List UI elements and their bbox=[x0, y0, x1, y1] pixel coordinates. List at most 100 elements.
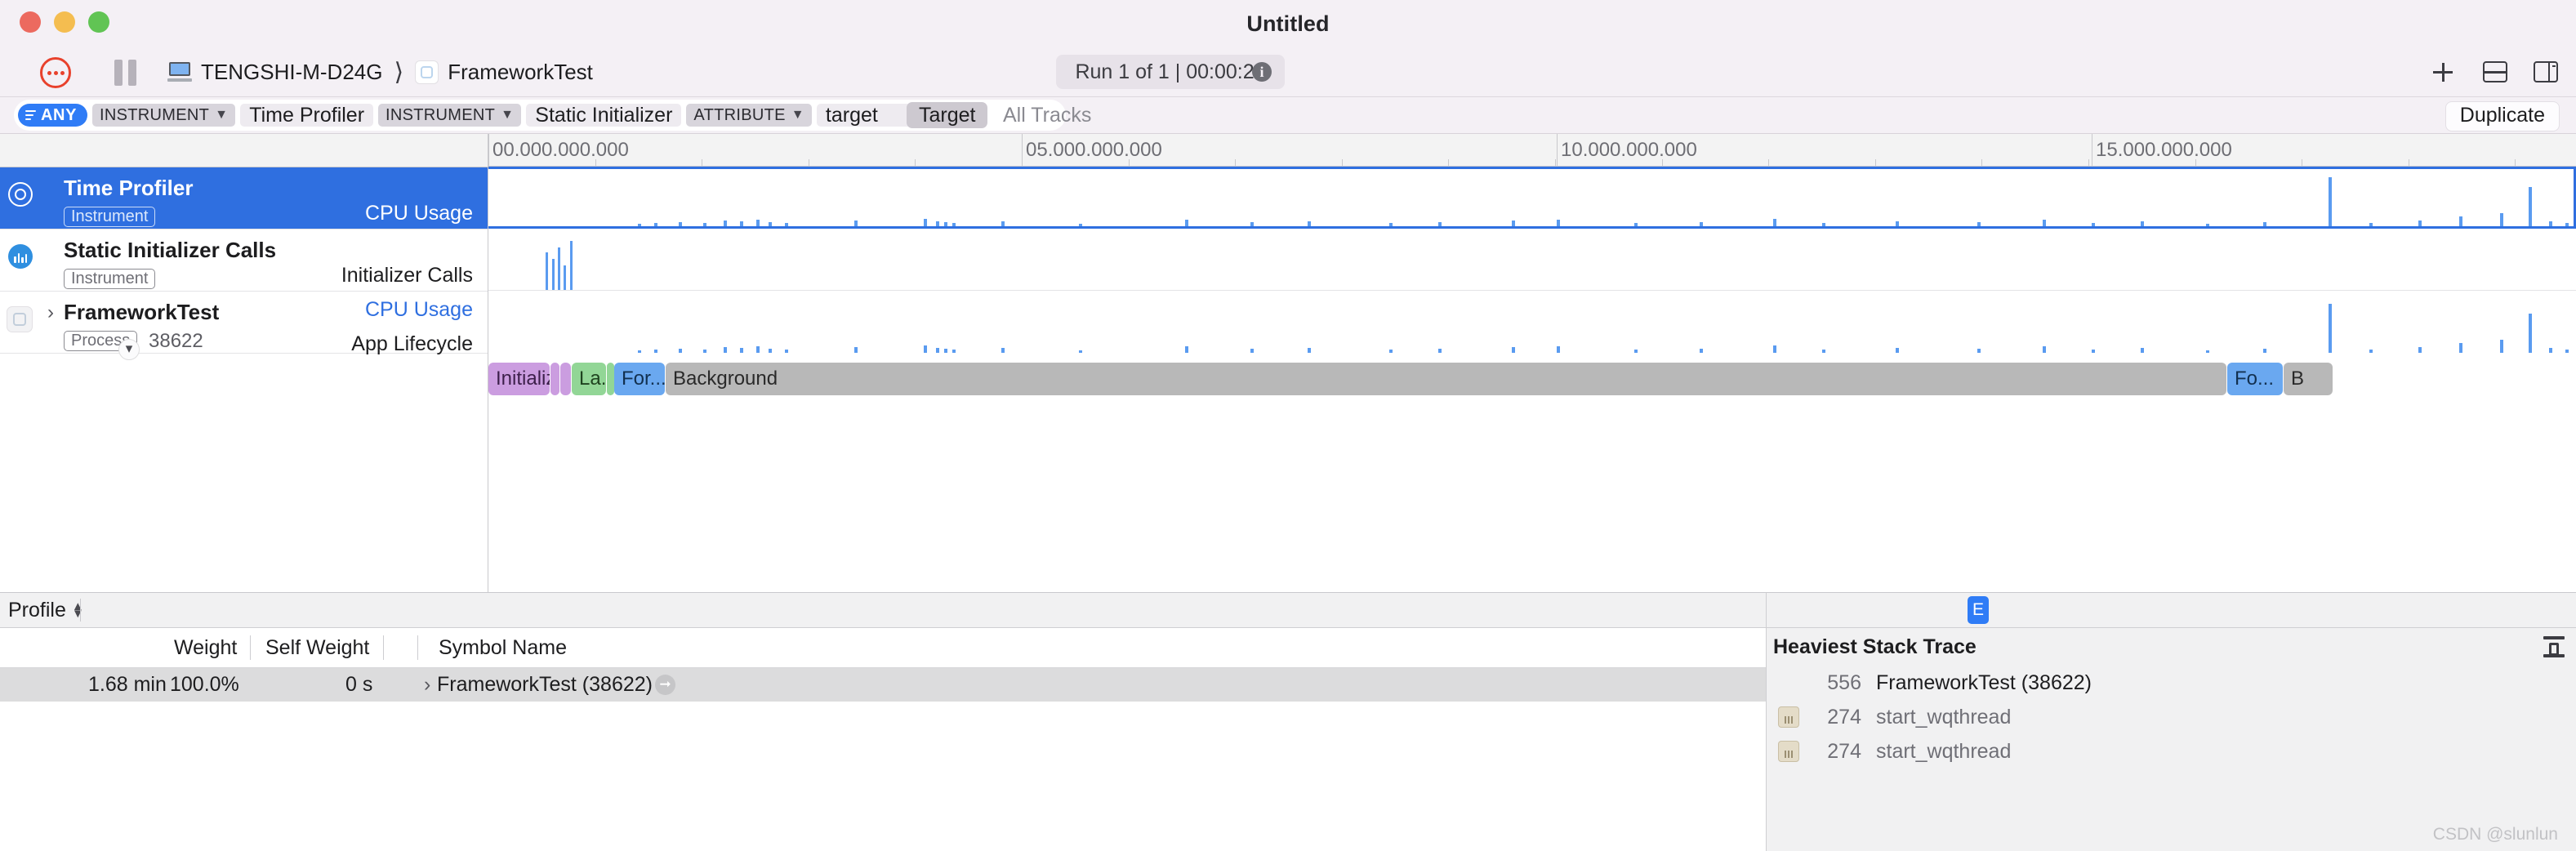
filter-token-key-0[interactable]: INSTRUMENT ▼ bbox=[92, 104, 236, 127]
lifecycle-segment[interactable]: B bbox=[2284, 363, 2333, 395]
filter-token-key-1[interactable]: INSTRUMENT ▼ bbox=[378, 104, 522, 127]
pause-icon[interactable] bbox=[114, 60, 139, 86]
graph-lane-initializer-calls[interactable] bbox=[488, 229, 2576, 291]
cpu-spike bbox=[1389, 223, 1393, 226]
filter-token-key-2-label: ATTRIBUTE bbox=[693, 105, 786, 124]
split-panel-icon[interactable] bbox=[2483, 61, 2507, 82]
cell-weight-percent: 100.0% bbox=[170, 673, 239, 696]
filter-any-label: ANY bbox=[41, 105, 78, 124]
heaviest-stack-trace-panel: Heaviest Stack Trace 556 FrameworkTest (… bbox=[1767, 628, 2576, 851]
cpu-spike bbox=[2329, 304, 2332, 353]
cpu-spike bbox=[1773, 219, 1776, 226]
filter-any-pill[interactable]: ANY bbox=[18, 104, 88, 127]
filter-token-value-1[interactable]: Static Initializer bbox=[526, 104, 682, 127]
stack-row-count: 274 bbox=[1827, 705, 1861, 728]
initializer-spike bbox=[564, 265, 566, 290]
lifecycle-segment[interactable]: Fo... bbox=[2227, 363, 2283, 395]
library-icon bbox=[1778, 741, 1799, 762]
track-row-frameworktest[interactable]: › FrameworkTest Process ▾ 38622 CPU Usag… bbox=[0, 292, 488, 360]
process-picker-chevron-icon[interactable]: ▾ bbox=[118, 339, 140, 360]
cpu-spike bbox=[2529, 314, 2532, 353]
cpu-spike bbox=[2418, 221, 2422, 226]
cpu-spike bbox=[740, 221, 743, 226]
cell-symbol-name: FrameworkTest (38622) bbox=[437, 673, 653, 696]
filter-token-key-2[interactable]: ATTRIBUTE ▼ bbox=[686, 104, 812, 127]
jump-bar: Profile ▲ ▼ E bbox=[0, 593, 2576, 628]
profile-table: Weight Self Weight Symbol Name 1.68 min … bbox=[0, 628, 1767, 851]
lifecycle-segment[interactable] bbox=[550, 363, 559, 395]
table-row[interactable]: 1.68 min 100.0% 0 s › FrameworkTest (386… bbox=[0, 668, 1766, 702]
cell-weight: 1.68 min bbox=[88, 673, 167, 696]
segment-target[interactable]: Target bbox=[907, 102, 988, 128]
breadcrumb-device[interactable]: TENGSHI-M-D24G bbox=[201, 60, 382, 85]
track-row-static-initializer[interactable]: Static Initializer Calls Instrument Init… bbox=[0, 229, 488, 292]
disclosure-chevron-icon[interactable]: › bbox=[47, 301, 54, 324]
extension-badge[interactable]: E bbox=[1968, 596, 1989, 624]
row-disclosure-chevron-icon[interactable]: › bbox=[424, 668, 430, 702]
track-lane-label-cpu[interactable]: CPU Usage bbox=[365, 298, 473, 322]
track-lane-label-lifecycle: App Lifecycle bbox=[351, 332, 473, 355]
cpu-spike bbox=[924, 219, 927, 226]
cpu-spike bbox=[1896, 221, 1899, 226]
initializer-spike bbox=[558, 247, 560, 290]
detail-body: Weight Self Weight Symbol Name 1.68 min … bbox=[0, 628, 2576, 851]
column-header-symbol-name[interactable]: Symbol Name bbox=[439, 628, 567, 667]
focus-arrow-icon[interactable]: ➞ bbox=[655, 675, 675, 695]
segment-all-tracks[interactable]: All Tracks bbox=[1003, 102, 1091, 128]
breadcrumb-target[interactable]: FrameworkTest bbox=[448, 60, 593, 85]
profile-selector[interactable]: Profile ▲ ▼ bbox=[0, 599, 84, 622]
track-lane-label: Initializer Calls bbox=[341, 264, 473, 287]
time-profiler-icon bbox=[8, 182, 33, 207]
filter-lines-icon bbox=[25, 109, 36, 121]
track-title: Static Initializer Calls bbox=[64, 238, 277, 262]
cpu-spike bbox=[1822, 223, 1825, 226]
cpu-spike bbox=[1557, 220, 1560, 226]
column-header-weight[interactable]: Weight bbox=[174, 628, 237, 667]
cpu-spike bbox=[936, 221, 939, 226]
lifecycle-segment[interactable] bbox=[560, 363, 571, 395]
cell-self-weight: 0 s bbox=[345, 673, 373, 696]
stack-row[interactable]: 274 start_wqthread bbox=[1767, 734, 2576, 769]
cpu-spike bbox=[724, 347, 727, 353]
stack-row[interactable]: 556 FrameworkTest (38622) bbox=[1767, 666, 2576, 700]
stack-row-symbol: start_wqthread bbox=[1876, 739, 2012, 763]
jump-bar-left: Profile ▲ ▼ bbox=[0, 593, 1767, 627]
cpu-spike bbox=[2459, 216, 2462, 226]
cpu-spike bbox=[2263, 222, 2266, 226]
cpu-spike bbox=[1557, 346, 1560, 353]
cpu-spike bbox=[944, 222, 947, 226]
plus-icon[interactable] bbox=[2429, 60, 2457, 84]
graph-lane-app-lifecycle[interactable]: Initializing La...For...BackgroundFo...B bbox=[488, 353, 2576, 415]
lifecycle-segment[interactable]: La... bbox=[572, 363, 606, 395]
track-row-time-profiler[interactable]: Time Profiler Instrument CPU Usage bbox=[0, 167, 488, 229]
graph-lane-cpu-usage-time-profiler[interactable] bbox=[488, 167, 2576, 229]
column-header-self-weight[interactable]: Self Weight bbox=[265, 628, 369, 667]
filter-token-value-0[interactable]: Time Profiler bbox=[240, 104, 374, 127]
chevron-down-icon: ▼ bbox=[791, 108, 804, 122]
static-initializer-icon bbox=[8, 244, 33, 269]
cpu-spike bbox=[2549, 221, 2552, 226]
cpu-spike bbox=[2565, 223, 2569, 226]
record-icon[interactable] bbox=[40, 57, 71, 88]
initializer-spike bbox=[552, 259, 555, 290]
stack-trace-header: Heaviest Stack Trace bbox=[1767, 628, 2576, 666]
info-icon[interactable]: i bbox=[1252, 62, 1272, 82]
stack-trace-title: Heaviest Stack Trace bbox=[1773, 635, 1977, 658]
track-kind-badge: Instrument bbox=[64, 207, 156, 227]
cpu-spike bbox=[1634, 223, 1638, 226]
cpu-spike bbox=[785, 223, 788, 226]
stack-view-options-icon[interactable] bbox=[2543, 636, 2565, 657]
chevron-right-icon: ⟩ bbox=[394, 58, 404, 86]
stack-row[interactable]: 274 start_wqthread bbox=[1767, 700, 2576, 734]
lifecycle-segment[interactable]: Initializing bbox=[488, 363, 550, 395]
jump-bar-divider bbox=[80, 599, 81, 622]
cpu-spike bbox=[2206, 224, 2209, 226]
lifecycle-segment[interactable]: Background bbox=[666, 363, 2226, 395]
lifecycle-segment[interactable] bbox=[607, 363, 614, 395]
timeline-ruler[interactable]: 00.000.000.000 05.000.000.000 10.000.000… bbox=[488, 134, 2576, 167]
duplicate-button[interactable]: Duplicate bbox=[2445, 101, 2560, 131]
lifecycle-segment[interactable]: For... bbox=[614, 363, 665, 395]
detail-panel-icon[interactable] bbox=[2534, 61, 2558, 82]
graph-lane-cpu-usage-process[interactable] bbox=[488, 291, 2576, 353]
cpu-spike bbox=[854, 347, 858, 353]
